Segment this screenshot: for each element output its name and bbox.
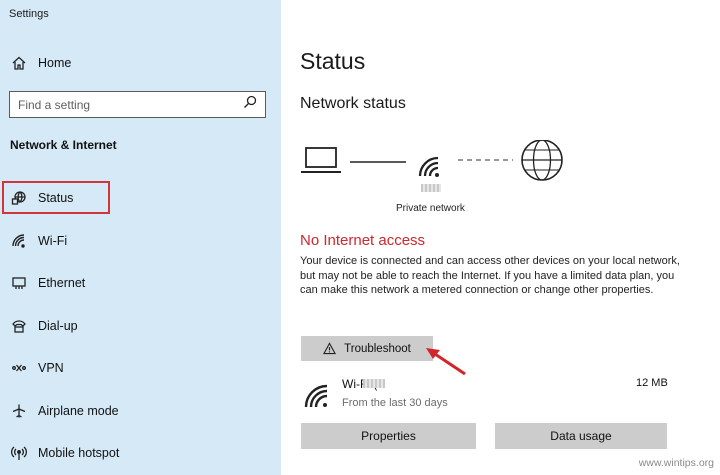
properties-button[interactable]: Properties	[301, 423, 476, 449]
search-icon[interactable]	[243, 95, 257, 114]
hotspot-icon	[10, 444, 28, 462]
wifi-icon	[10, 232, 28, 250]
window-title: Settings	[9, 8, 49, 20]
search-box[interactable]	[9, 91, 266, 118]
sidebar-item-dialup[interactable]: Dial-up	[10, 314, 78, 338]
connection-wifi-icon	[304, 384, 328, 408]
warning-icon	[323, 342, 337, 355]
airplane-icon	[10, 402, 28, 420]
red-arrow-annotation	[426, 348, 466, 376]
connection-name-redacted	[363, 379, 385, 388]
sidebar-item-label: Ethernet	[38, 276, 86, 290]
sidebar-home[interactable]: Home	[10, 51, 71, 75]
connection-status-heading: No Internet access	[300, 232, 426, 249]
internet-globe-icon	[521, 140, 563, 181]
sidebar-item-ethernet[interactable]: Ethernet	[10, 271, 85, 295]
sidebar-item-status[interactable]: Status	[10, 186, 73, 210]
status-globe-icon	[10, 189, 28, 207]
laptop-icon	[301, 147, 341, 173]
network-name-redacted	[421, 184, 441, 192]
home-icon	[10, 54, 28, 72]
sidebar-item-label: VPN	[38, 361, 64, 375]
troubleshoot-button[interactable]: Troubleshoot	[301, 336, 433, 361]
connection-period: From the last 30 days	[342, 397, 448, 409]
troubleshoot-label: Troubleshoot	[344, 342, 411, 355]
sidebar-item-wifi[interactable]: Wi-Fi	[10, 229, 67, 253]
section-subtitle: Network status	[300, 95, 406, 112]
sidebar-item-label: Dial-up	[38, 319, 78, 333]
dialup-icon	[10, 317, 28, 335]
sidebar-home-label: Home	[38, 56, 72, 70]
sidebar-item-label: Airplane mode	[38, 404, 119, 418]
sidebar-item-label: Status	[38, 191, 74, 205]
vpn-icon	[10, 359, 28, 377]
search-input[interactable]	[18, 97, 243, 112]
network-type-label: Private network	[396, 203, 465, 214]
sidebar-item-hotspot[interactable]: Mobile hotspot	[10, 441, 119, 465]
watermark-text: www.wintips.org	[638, 457, 714, 469]
sidebar-item-label: Mobile hotspot	[38, 446, 120, 460]
ethernet-icon	[10, 274, 28, 292]
section-title: Network & Internet	[10, 138, 117, 152]
connection-status-description: Your device is connected and can access …	[300, 255, 680, 296]
sidebar-item-vpn[interactable]: VPN	[10, 356, 64, 380]
connection-usage: 12 MB	[636, 377, 668, 389]
page-title: Status	[300, 48, 366, 74]
sidebar-item-label: Wi-Fi	[38, 234, 68, 248]
data-usage-button[interactable]: Data usage	[495, 423, 667, 449]
wifi-signal-icon	[418, 156, 439, 177]
sidebar-item-airplane[interactable]: Airplane mode	[10, 399, 119, 423]
